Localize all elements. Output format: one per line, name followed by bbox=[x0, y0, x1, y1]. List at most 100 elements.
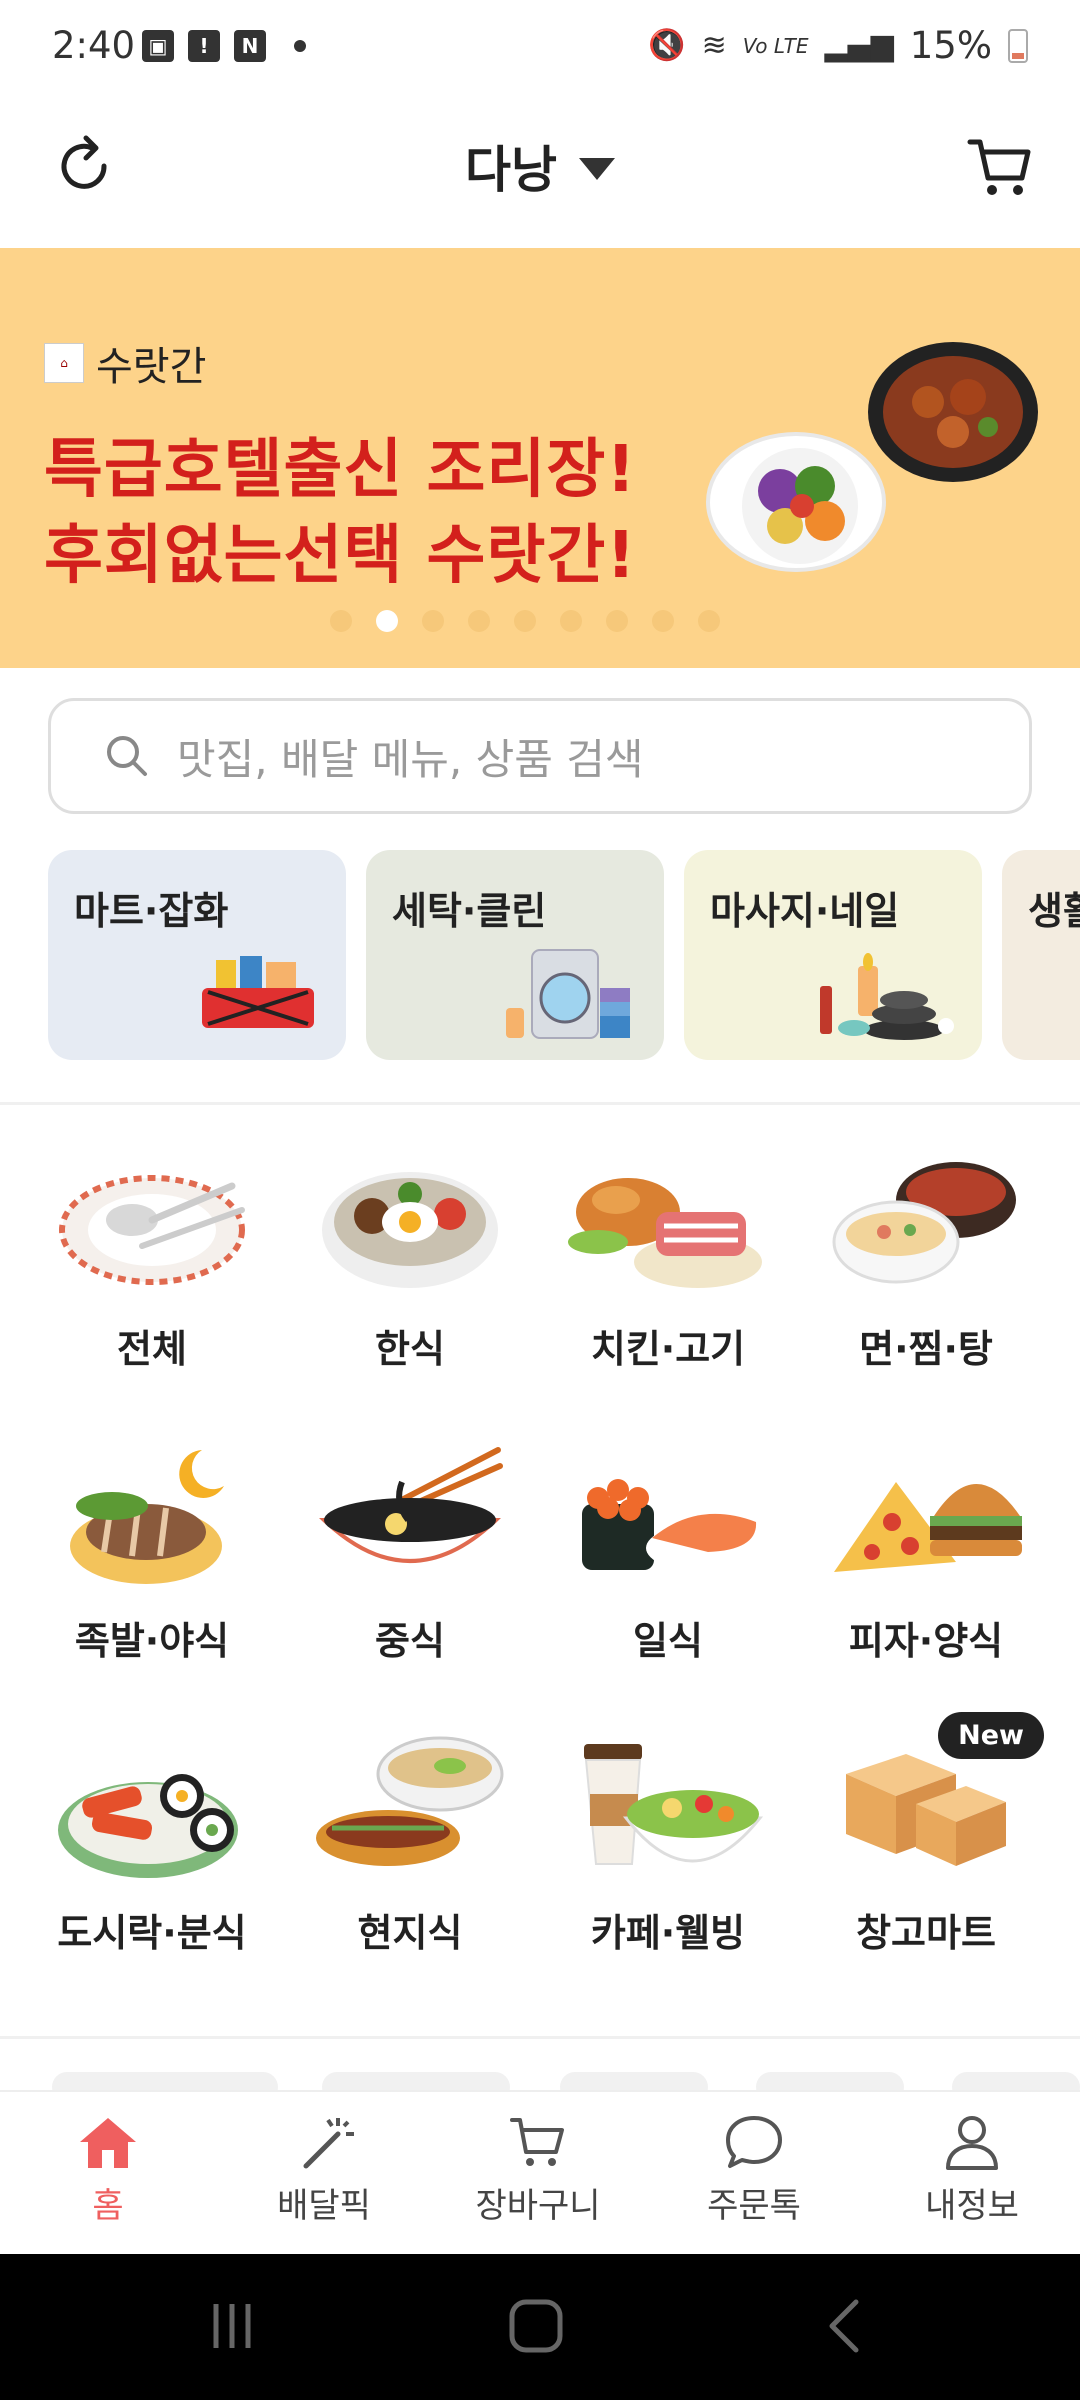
quick-category-label: 마사지·네일 bbox=[710, 889, 900, 933]
jajangmyeon-icon bbox=[319, 1447, 503, 1563]
pagination-dot bbox=[652, 610, 674, 632]
pizza-burger-icon bbox=[834, 1482, 1022, 1572]
home-button-icon[interactable] bbox=[508, 2298, 564, 2354]
tab-home[interactable]: 홈 bbox=[18, 2112, 198, 2227]
cart-icon[interactable] bbox=[964, 130, 1036, 202]
category-chicken-meat[interactable]: 치킨·고기 bbox=[538, 1150, 798, 1410]
pagination-dot bbox=[468, 610, 490, 632]
section-divider bbox=[0, 2036, 1080, 2039]
new-badge: New bbox=[938, 1712, 1044, 1759]
category-lunchbox-snack[interactable]: 도시락·분식 bbox=[22, 1734, 282, 1994]
pagination-dot bbox=[514, 610, 536, 632]
category-cafe-wellbeing[interactable]: 카페·웰빙 bbox=[538, 1734, 798, 1994]
search-placeholder: 맛집, 배달 메뉴, 상품 검색 bbox=[177, 734, 644, 784]
tab-order-talk[interactable]: 주문톡 bbox=[664, 2112, 844, 2227]
noodle-stew-icon bbox=[832, 1162, 1016, 1284]
pagination-dot-active bbox=[376, 610, 398, 632]
bibimbap-bowl-icon bbox=[322, 1172, 498, 1288]
banner-headline-1: 특급호텔출신 조리장! bbox=[44, 433, 637, 507]
battery-icon bbox=[1008, 28, 1028, 63]
quick-category-label: 세탁·클린 bbox=[392, 889, 547, 933]
pagination-dot bbox=[560, 610, 582, 632]
status-bar: 2:40 ▣ ! N 🔇 ≋ Vo LTE ▂▄▆ 15% bbox=[0, 0, 1080, 100]
quick-category-label: 마트·잡화 bbox=[74, 889, 229, 933]
pagination-dot bbox=[606, 610, 628, 632]
tab-my-info[interactable]: 내정보 bbox=[882, 2112, 1062, 2227]
tab-label: 내정보 bbox=[925, 2186, 1019, 2226]
n-notification-icon: N bbox=[234, 30, 266, 62]
banner-pagination bbox=[0, 610, 1080, 632]
alert-notification-icon: ! bbox=[188, 30, 220, 62]
bottom-tab-bar: 홈 배달픽 장바구니 주문톡 내정보 bbox=[0, 2090, 1080, 2254]
quick-category-laundry[interactable]: 세탁·클린 bbox=[366, 850, 664, 1060]
category-all[interactable]: 전체 bbox=[22, 1150, 282, 1410]
chat-bubble-icon bbox=[726, 2116, 782, 2168]
category-pizza-western[interactable]: 피자·양식 bbox=[796, 1442, 1056, 1702]
tab-label: 주문톡 bbox=[707, 2186, 801, 2226]
category-label: 창고마트 bbox=[856, 1911, 996, 1955]
banner-brand-name: 수랏간 bbox=[96, 344, 207, 390]
battery-percent: 15% bbox=[909, 24, 992, 67]
section-divider bbox=[0, 1102, 1080, 1105]
status-time: 2:40 bbox=[52, 24, 136, 67]
jokbal-moon-icon bbox=[70, 1450, 224, 1584]
category-label: 카페·웰빙 bbox=[590, 1911, 746, 1955]
quick-category-mart[interactable]: 마트·잡화 bbox=[48, 850, 346, 1060]
sushi-icon bbox=[582, 1479, 762, 1572]
tab-label: 홈 bbox=[92, 2186, 124, 2226]
tab-cart[interactable]: 장바구니 bbox=[448, 2112, 628, 2227]
bibimbap-image bbox=[706, 432, 886, 572]
pagination-dot bbox=[698, 610, 720, 632]
category-label: 피자·양식 bbox=[848, 1619, 1004, 1663]
wifi-icon: ≋ bbox=[701, 28, 727, 63]
recent-apps-icon[interactable] bbox=[204, 2298, 260, 2354]
search-icon bbox=[107, 736, 147, 776]
category-local-food[interactable]: 현지식 bbox=[280, 1734, 540, 1994]
plate-spoon-icon bbox=[59, 1175, 245, 1285]
coffee-salad-icon bbox=[584, 1744, 764, 1865]
category-label: 전체 bbox=[117, 1327, 187, 1371]
category-chinese[interactable]: 중식 bbox=[280, 1442, 540, 1702]
quick-category-row: 마트·잡화 세탁·클린 마사지·네일 생 bbox=[48, 850, 1080, 1062]
category-noodle-stew[interactable]: 면·찜·탕 bbox=[796, 1150, 1056, 1410]
roast-chicken-icon bbox=[568, 1178, 762, 1288]
quick-category-living[interactable]: 생활 bbox=[1002, 850, 1080, 1060]
category-label: 면·찜·탕 bbox=[859, 1327, 993, 1371]
spa-stones-icon bbox=[820, 953, 954, 1040]
home-icon bbox=[80, 2118, 136, 2168]
search-input[interactable]: 맛집, 배달 메뉴, 상품 검색 bbox=[48, 698, 1032, 814]
scroll-peek-row bbox=[0, 2072, 1080, 2102]
more-notifications-icon bbox=[294, 40, 306, 52]
category-label: 도시락·분식 bbox=[57, 1911, 247, 1955]
signal-icon: ▂▄▆ bbox=[824, 28, 894, 63]
category-label: 치킨·고기 bbox=[590, 1327, 746, 1371]
category-jokbal-latenight[interactable]: 족발·야식 bbox=[22, 1442, 282, 1702]
category-japanese[interactable]: 일식 bbox=[538, 1442, 798, 1702]
banhmi-pho-icon bbox=[316, 1736, 504, 1866]
shopping-basket-icon bbox=[202, 956, 314, 1028]
gallery-notification-icon: ▣ bbox=[142, 30, 174, 62]
quick-category-massage[interactable]: 마사지·네일 bbox=[684, 850, 982, 1060]
brand-logo: ⌂ bbox=[44, 343, 84, 383]
magic-wand-icon bbox=[303, 2118, 354, 2169]
cart-icon bbox=[510, 2118, 564, 2166]
quick-category-label: 생활 bbox=[1028, 889, 1080, 933]
location-label: 다낭 bbox=[465, 141, 557, 199]
tab-delivery-pick[interactable]: 배달픽 bbox=[234, 2112, 414, 2227]
tab-label: 배달픽 bbox=[277, 2186, 371, 2226]
tab-label: 장바구니 bbox=[475, 2186, 601, 2226]
washing-machine-icon bbox=[506, 949, 630, 1039]
category-warehouse-mart[interactable]: New 창고마트 bbox=[796, 1712, 1056, 1994]
category-label: 일식 bbox=[633, 1619, 703, 1663]
tteokbokki-kimbap-icon bbox=[58, 1774, 238, 1878]
category-korean[interactable]: 한식 bbox=[280, 1150, 540, 1410]
pagination-dot bbox=[330, 610, 352, 632]
system-navigation-bar bbox=[0, 2254, 1080, 2400]
pagination-dot bbox=[422, 610, 444, 632]
banner-headline-2: 후회없는선택 수랏간! bbox=[44, 519, 637, 593]
location-selector[interactable]: 다낭 bbox=[0, 130, 1080, 202]
promo-banner[interactable]: ⌂ 수랏간 특급호텔출신 조리장! 후회없는선택 수랏간! bbox=[0, 248, 1080, 668]
mute-icon: 🔇 bbox=[648, 28, 686, 63]
back-icon[interactable] bbox=[818, 2298, 874, 2354]
category-label: 족발·야식 bbox=[74, 1619, 230, 1663]
